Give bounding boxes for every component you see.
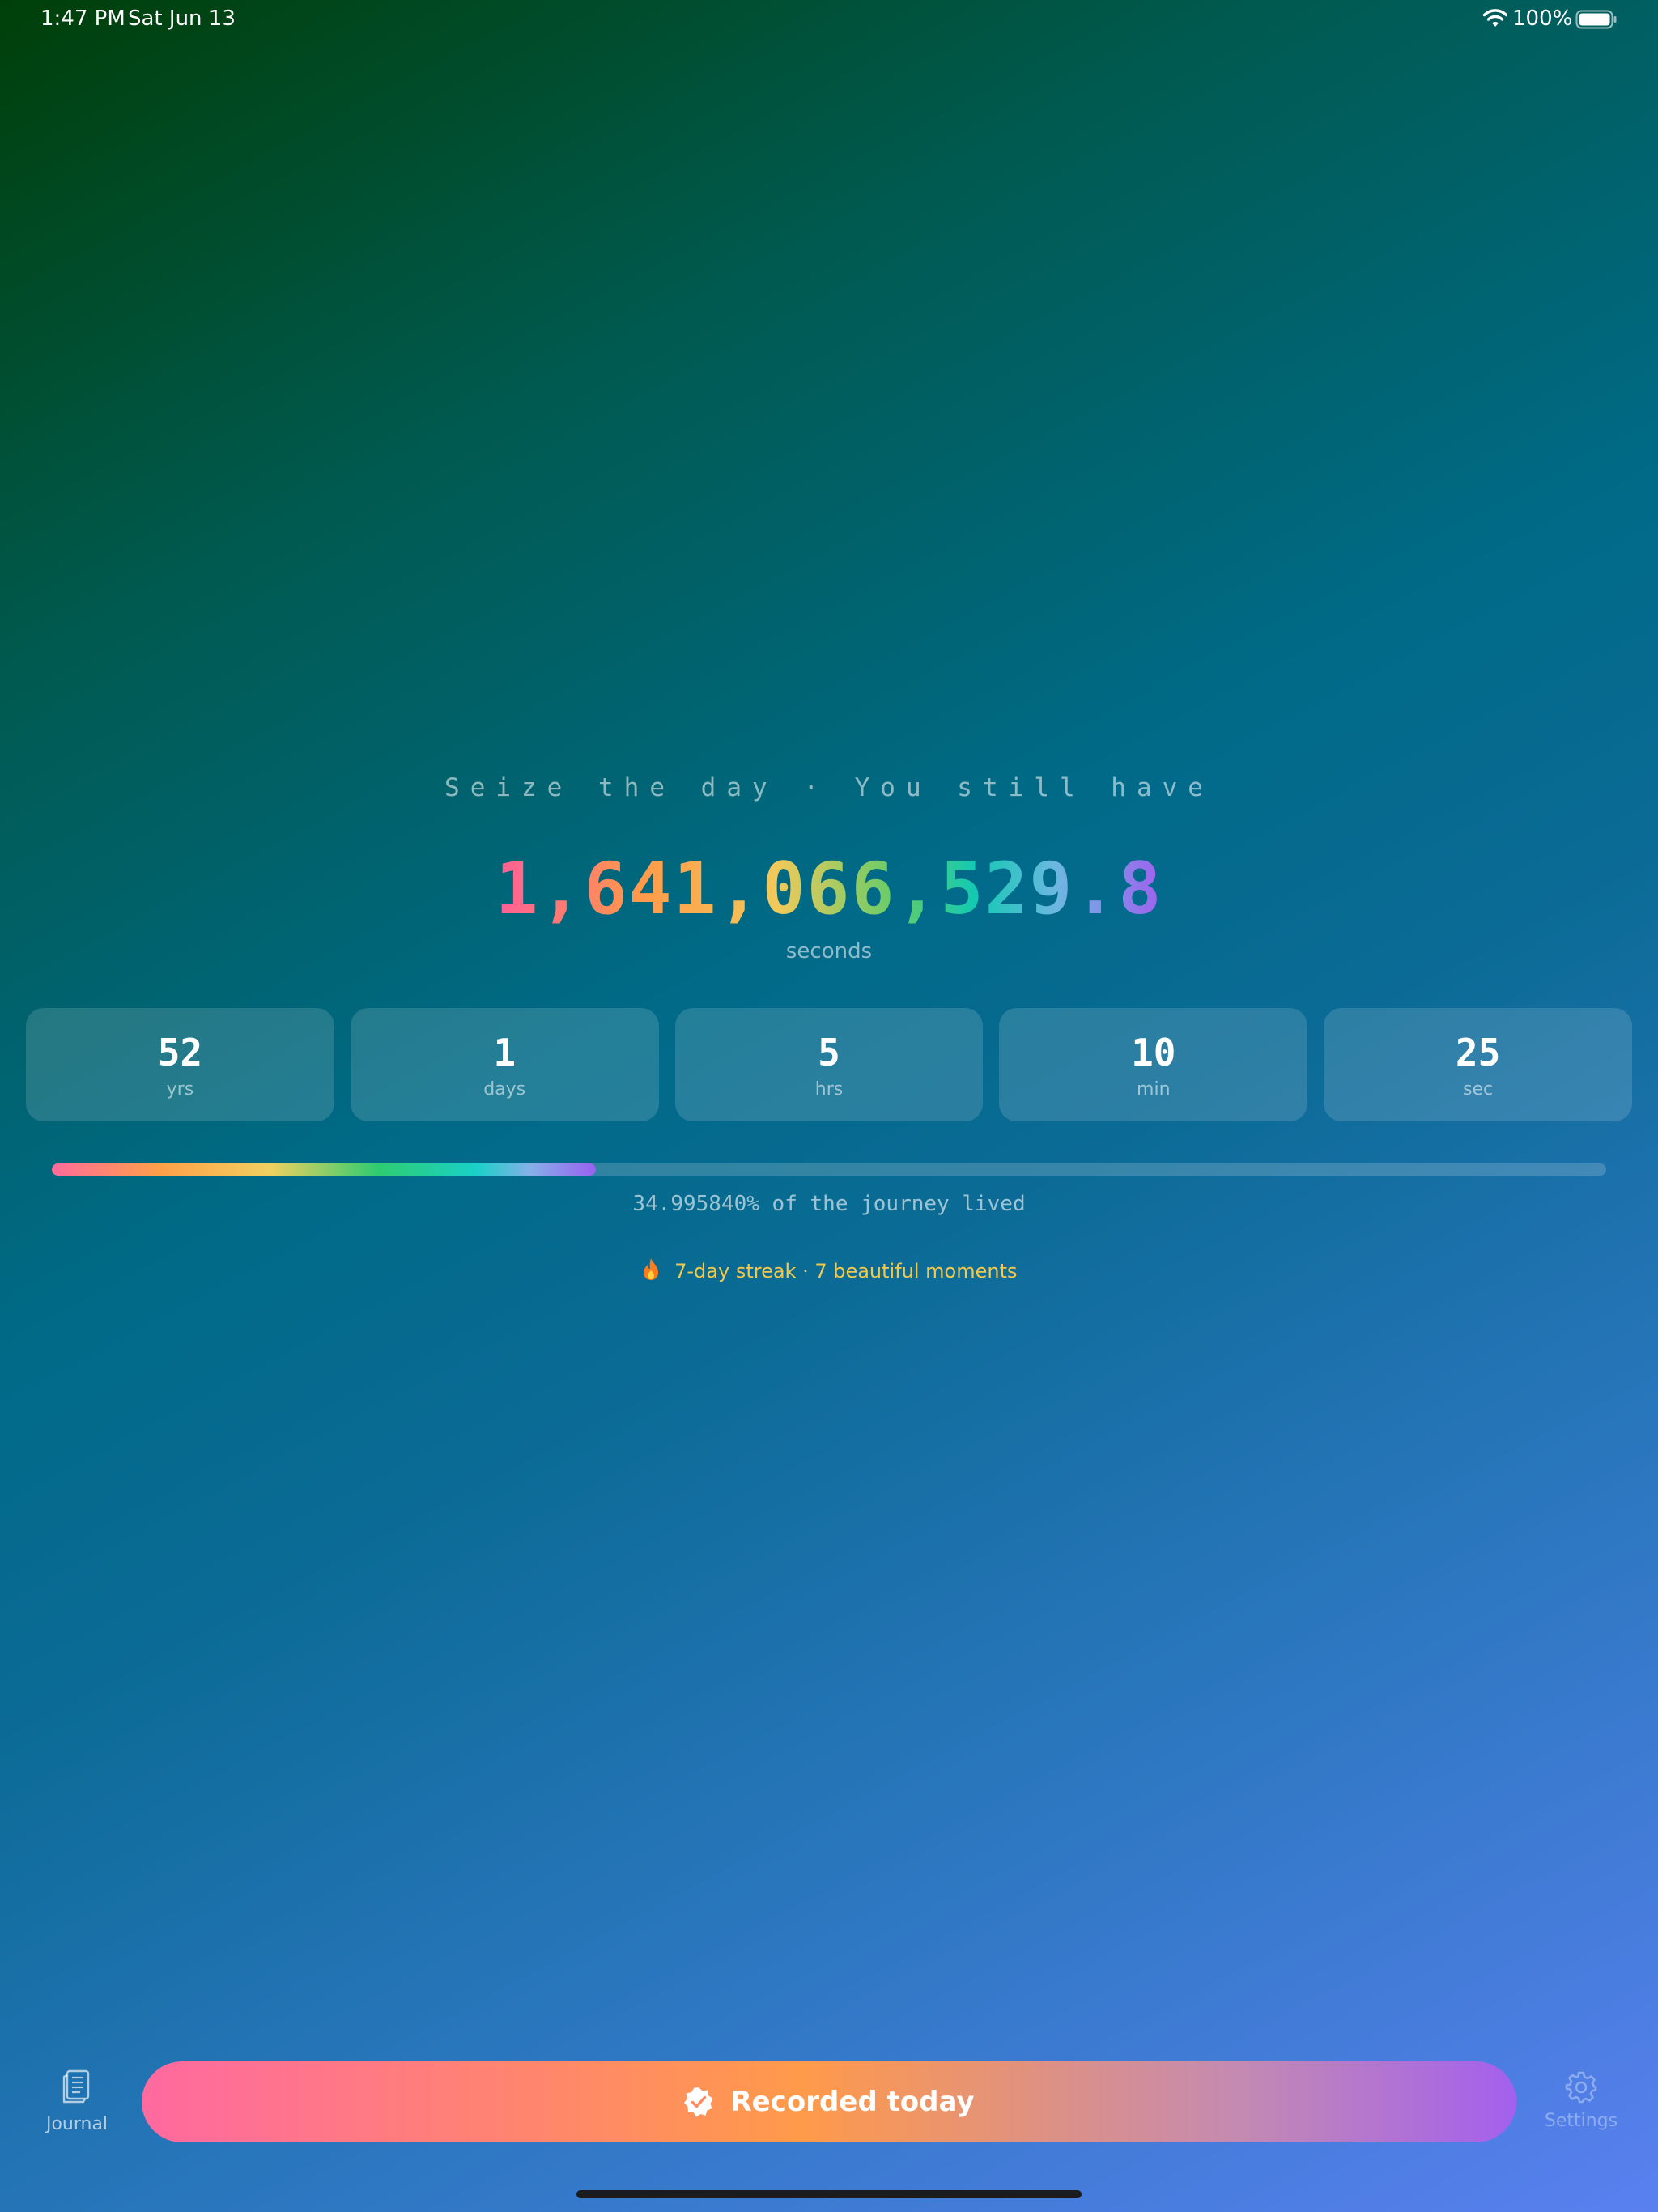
battery-percent: 100% (1512, 6, 1573, 31)
breakdown-label: min (1137, 1079, 1171, 1100)
breakdown-card-hours: 5 hrs (674, 1008, 984, 1121)
status-time: 1:47 PM (40, 6, 125, 31)
status-bar: 1:47 PM Sat Jun 13 100% (0, 0, 1658, 40)
breakdown-value: 10 (1131, 1031, 1176, 1074)
wifi-icon (1482, 9, 1508, 27)
breakdown-value: 1 (493, 1031, 517, 1074)
tab-journal-label: Journal (45, 2114, 108, 2134)
seconds-remaining: 1,641,066,529.8 (0, 840, 1658, 938)
breakdown-value: 5 (818, 1031, 840, 1074)
breakdown-value: 52 (157, 1031, 203, 1074)
journal-icon (62, 2069, 90, 2104)
unit-label: seconds (785, 939, 873, 963)
streak-text: 7-day streak · 7 beautiful moments (674, 1260, 1018, 1283)
breakdown-label: yrs (166, 1079, 194, 1100)
breakdown-label: hrs (814, 1079, 844, 1100)
breakdown-card-minutes: 10 min (999, 1008, 1308, 1121)
check-badge-icon (684, 2087, 713, 2117)
time-breakdown: 52 yrs 1 days 5 hrs 10 min 25 sec (26, 1008, 1632, 1121)
tab-journal[interactable]: Journal (32, 2069, 121, 2142)
record-today-label: Recorded today (730, 2086, 975, 2118)
breakdown-label: sec (1463, 1079, 1494, 1100)
journey-progress-bar (52, 1163, 1606, 1176)
breakdown-card-days: 1 days (350, 1008, 659, 1121)
battery-icon (1575, 10, 1617, 29)
streak-info: 7-day streak · 7 beautiful moments (0, 1257, 1658, 1283)
breakdown-card-seconds: 25 sec (1324, 1008, 1632, 1121)
tab-settings[interactable]: Settings (1537, 2070, 1626, 2143)
breakdown-card-years: 52 yrs (26, 1008, 334, 1121)
journey-progress-text: 34.995840% of the journey lived (632, 1192, 1026, 1216)
seconds-remaining-value: 1,641,066,529.8 (495, 847, 1163, 930)
breakdown-label: days (483, 1079, 526, 1100)
fire-icon (644, 1258, 659, 1280)
status-date: Sat Jun 13 (128, 6, 236, 31)
tagline: Seize the day · You still have (444, 773, 1214, 802)
journey-progress-fill (52, 1163, 596, 1176)
breakdown-value: 25 (1455, 1031, 1501, 1074)
home-indicator[interactable] (576, 2190, 1082, 2198)
tab-settings-label: Settings (1544, 2111, 1618, 2131)
record-today-button[interactable]: Recorded today (142, 2061, 1516, 2142)
gear-icon (1565, 2071, 1597, 2104)
